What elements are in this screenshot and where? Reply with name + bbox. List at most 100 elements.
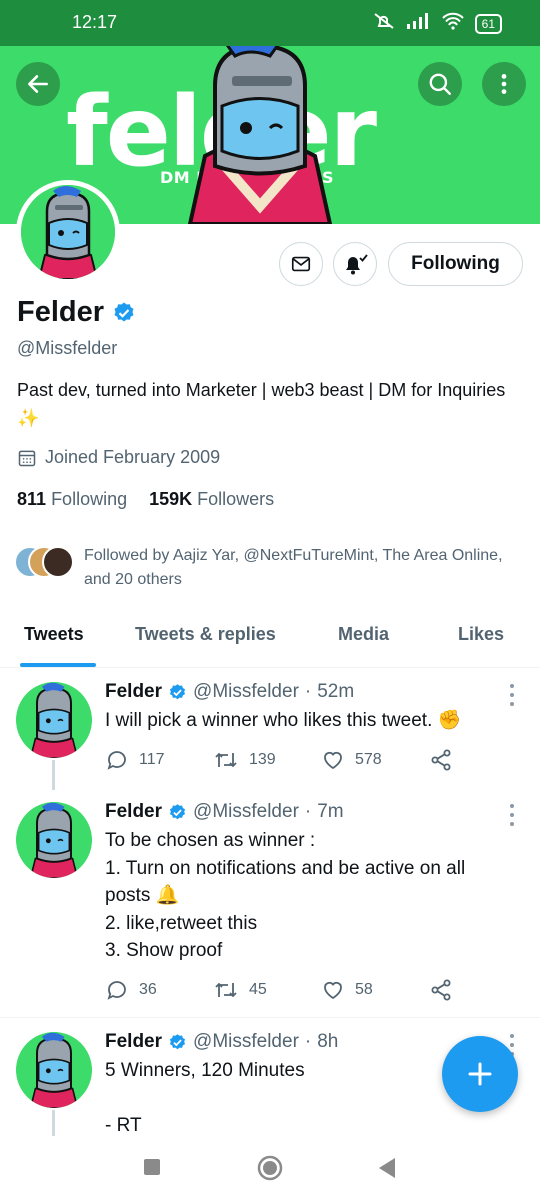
profile-tabs: Tweets Tweets & replies Media Likes bbox=[0, 606, 540, 668]
tab-likes[interactable]: Likes bbox=[458, 624, 504, 645]
bell-check-icon bbox=[346, 254, 368, 275]
joined-date: Joined February 2009 bbox=[45, 447, 221, 467]
knight-mascot-art bbox=[187, 46, 333, 224]
retweet-icon bbox=[215, 752, 237, 768]
tweet-avatar[interactable] bbox=[16, 1032, 92, 1108]
tweet-more-icon[interactable] bbox=[504, 684, 520, 706]
system-nav-bar bbox=[0, 1136, 540, 1200]
retweet-button[interactable]: 45 bbox=[213, 978, 321, 1002]
wifi-icon bbox=[441, 12, 465, 35]
heart-icon bbox=[324, 981, 342, 1000]
followed-by-row[interactable]: Followed by Aajiz Yar, @NextFuTureMint, … bbox=[14, 544, 504, 592]
following-count-link[interactable]: 811 Following bbox=[17, 489, 127, 510]
mail-icon bbox=[291, 256, 311, 272]
tweet-actions: 117 139 578 bbox=[105, 748, 453, 772]
retweet-count: 45 bbox=[249, 981, 267, 998]
tweet-header: Felder @Missfelder · 52m bbox=[105, 681, 354, 703]
profile-avatar[interactable] bbox=[16, 180, 120, 284]
verified-badge-icon bbox=[170, 1033, 186, 1049]
like-button[interactable]: 578 bbox=[321, 748, 429, 772]
active-tab-indicator bbox=[20, 663, 96, 667]
more-vertical-icon bbox=[501, 74, 507, 94]
heart-icon bbox=[324, 751, 342, 770]
tweet-header: Felder @Missfelder · 8h bbox=[105, 1031, 338, 1053]
follower-avatars bbox=[14, 544, 76, 580]
status-icons: 61 bbox=[373, 12, 502, 35]
verified-badge-icon bbox=[114, 302, 134, 321]
followed-by-text: Followed by Aajiz Yar, @NextFuTureMint, … bbox=[84, 547, 503, 588]
reply-icon bbox=[107, 751, 126, 770]
reply-count: 117 bbox=[139, 751, 165, 768]
retweet-icon bbox=[215, 982, 237, 998]
plus-icon bbox=[468, 1062, 492, 1086]
back-button[interactable] bbox=[16, 62, 60, 106]
tweet-text: I will pick a winner who likes this twee… bbox=[105, 710, 462, 731]
message-button[interactable] bbox=[279, 242, 323, 286]
home-icon[interactable] bbox=[257, 1155, 283, 1181]
tweet-time[interactable]: 52m bbox=[317, 681, 354, 703]
tweet-header: Felder @Missfelder · 7m bbox=[105, 801, 344, 823]
profile-name-row: Felder bbox=[17, 296, 136, 329]
tweet-separator: · bbox=[304, 681, 312, 702]
thread-connector bbox=[52, 1110, 55, 1136]
profile-handle: @Missfelder bbox=[17, 338, 118, 358]
tweet-separator: · bbox=[304, 1031, 312, 1052]
signal-icon bbox=[405, 12, 431, 35]
tweet[interactable]: Felder @Missfelder · 52m I will pick a w… bbox=[0, 668, 540, 790]
verified-badge-icon bbox=[170, 683, 186, 699]
tweet[interactable]: Felder @Missfelder · 7m To be chosen as … bbox=[0, 788, 540, 1016]
tweet-author-name[interactable]: Felder bbox=[105, 681, 162, 703]
profile-display-name: Felder bbox=[17, 296, 105, 328]
tweet-avatar[interactable] bbox=[16, 802, 92, 878]
tweet-time[interactable]: 8h bbox=[317, 1031, 338, 1053]
notifications-button[interactable] bbox=[333, 242, 377, 286]
follower-avatar bbox=[42, 546, 74, 578]
like-count: 58 bbox=[355, 981, 373, 998]
tweet-handle[interactable]: @Missfelder bbox=[193, 1031, 299, 1053]
more-options-button[interactable] bbox=[482, 62, 526, 106]
share-icon bbox=[431, 749, 451, 771]
tab-tweets-and-replies[interactable]: Tweets & replies bbox=[135, 624, 276, 645]
search-button[interactable] bbox=[418, 62, 462, 106]
followers-count-link[interactable]: 159K Followers bbox=[149, 489, 274, 510]
tweet-avatar[interactable] bbox=[16, 682, 92, 758]
retweet-count: 139 bbox=[249, 751, 276, 768]
profile-bio: Past dev, turned into Marketer | web3 be… bbox=[17, 380, 506, 428]
verified-badge-icon bbox=[170, 803, 186, 819]
tweet-author-name[interactable]: Felder bbox=[105, 1031, 162, 1053]
retweet-button[interactable]: 139 bbox=[213, 748, 321, 772]
search-icon bbox=[429, 73, 451, 95]
reply-button[interactable]: 117 bbox=[105, 748, 213, 772]
share-icon bbox=[431, 979, 451, 1001]
tweet-more-icon[interactable] bbox=[504, 804, 520, 826]
joined-date-row: Joined February 2009 bbox=[17, 447, 220, 468]
back-nav-icon[interactable] bbox=[377, 1157, 397, 1179]
share-button[interactable] bbox=[429, 748, 453, 772]
tweet-actions: 36 45 58 bbox=[105, 978, 453, 1002]
tab-tweets[interactable]: Tweets bbox=[24, 624, 84, 645]
tweet-handle[interactable]: @Missfelder bbox=[193, 801, 299, 823]
mute-icon bbox=[373, 12, 395, 35]
tweet-handle[interactable]: @Missfelder bbox=[193, 681, 299, 703]
like-count: 578 bbox=[355, 751, 382, 768]
like-button[interactable]: 58 bbox=[321, 978, 429, 1002]
arrow-left-icon bbox=[28, 75, 48, 93]
compose-tweet-button[interactable] bbox=[442, 1036, 518, 1112]
reply-icon bbox=[107, 981, 126, 1000]
recent-apps-icon[interactable] bbox=[143, 1158, 161, 1176]
follow-counts: 811 Following 159K Followers bbox=[17, 489, 274, 510]
tweet-separator: · bbox=[304, 801, 312, 822]
status-time: 12:17 bbox=[72, 12, 118, 32]
tweet-author-name[interactable]: Felder bbox=[105, 801, 162, 823]
status-bar: 12:17 61 bbox=[0, 0, 540, 46]
tweet-time[interactable]: 7m bbox=[317, 801, 343, 823]
reply-button[interactable]: 36 bbox=[105, 978, 213, 1002]
following-button[interactable]: Following bbox=[388, 242, 523, 286]
reply-count: 36 bbox=[139, 981, 157, 998]
battery-indicator: 61 bbox=[474, 13, 502, 34]
tweet-text: To be chosen as winner : 1. Turn on noti… bbox=[105, 830, 466, 961]
tab-media[interactable]: Media bbox=[338, 624, 389, 645]
share-button[interactable] bbox=[429, 978, 453, 1002]
thread-connector bbox=[52, 760, 55, 790]
calendar-icon bbox=[18, 450, 36, 466]
